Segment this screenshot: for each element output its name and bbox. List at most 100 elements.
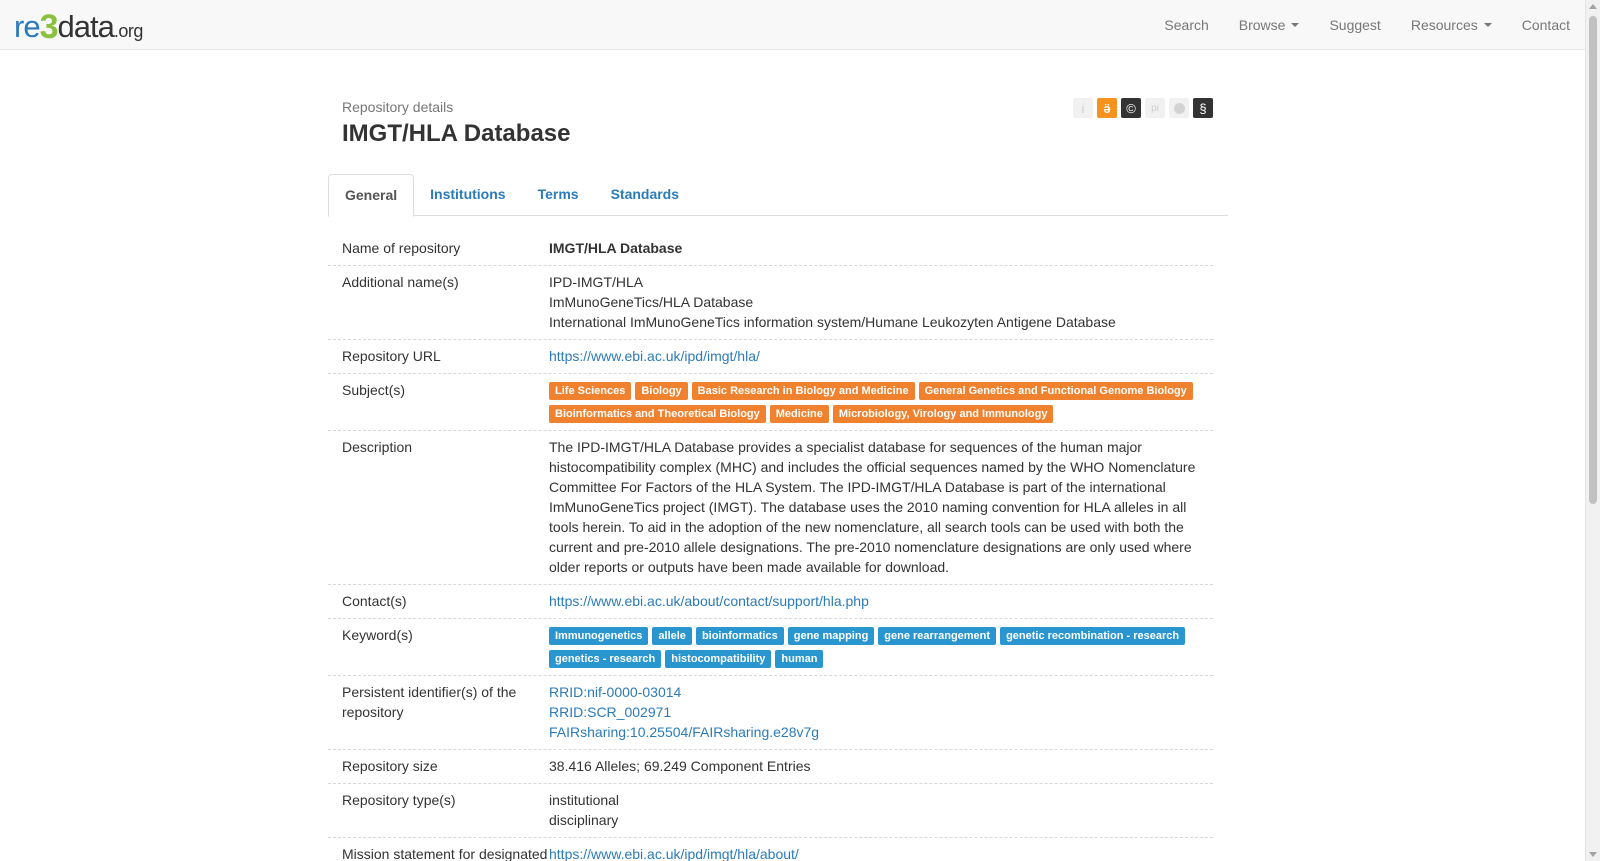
info-icon[interactable]: i [1073, 98, 1093, 118]
table-row: Additional name(s) IPD-IMGT/HLA ImMunoGe… [328, 266, 1213, 340]
nav-resources-dropdown[interactable]: Resources [1396, 0, 1507, 50]
contact-link[interactable]: https://www.ebi.ac.uk/about/contact/supp… [549, 591, 1199, 611]
repository-types-value: institutional disciplinary [549, 790, 1213, 830]
nav-contact[interactable]: Contact [1507, 0, 1585, 50]
page-subtitle: Repository details [342, 99, 454, 115]
subject-tag[interactable]: Microbiology, Virology and Immunology [832, 405, 1054, 423]
scroll-up-arrow-icon[interactable] [1589, 4, 1597, 9]
table-row: Description The IPD-IMGT/HLA Database pr… [328, 431, 1213, 585]
table-row: Repository size 38.416 Alleles; 69.249 C… [328, 750, 1213, 784]
table-row: Repository URL https://www.ebi.ac.uk/ipd… [328, 340, 1213, 374]
keyword-tag[interactable]: genetic recombination - research [1000, 627, 1186, 645]
caret-down-icon [1483, 23, 1492, 27]
row-label: Contact(s) [342, 593, 407, 609]
description-value: The IPD-IMGT/HLA Database provides a spe… [549, 439, 1196, 575]
subject-tag[interactable]: Medicine [769, 405, 829, 423]
repository-type: institutional [549, 792, 620, 808]
open-access-icon[interactable]: ӛ [1097, 98, 1117, 118]
mission-value: https://www.ebi.ac.uk/ipd/imgt/hla/about… [549, 844, 1213, 861]
keyword-tag[interactable]: gene rearrangement [878, 627, 997, 645]
row-label: Repository size [342, 758, 438, 774]
nav-suggest[interactable]: Suggest [1314, 0, 1395, 50]
keyword-tag[interactable]: human [775, 650, 824, 668]
info-icon-glyph: i [1081, 100, 1085, 116]
additional-names-value: IPD-IMGT/HLA ImMunoGeneTics/HLA Database… [549, 272, 1213, 332]
additional-name: ImMunoGeneTics/HLA Database [549, 294, 754, 310]
tab-institutions[interactable]: Institutions [414, 174, 521, 216]
copyright-icon-glyph: © [1126, 100, 1136, 116]
open-access-icon-glyph: ӛ [1103, 100, 1111, 116]
keyword-tag[interactable]: Immunogenetics [549, 627, 649, 645]
table-row: Repository type(s) institutional discipl… [328, 784, 1213, 838]
logo-re: re [14, 9, 41, 44]
subject-tag[interactable]: General Genetics and Functional Genome B… [918, 382, 1193, 400]
page-title: IMGT/HLA Database [342, 120, 571, 147]
copyright-icon[interactable]: © [1121, 98, 1141, 118]
keyword-tags: Immunogenetics allele bioinformatics gen… [549, 625, 1199, 668]
main-nav: Search Browse Suggest Resources Contact [1149, 0, 1585, 50]
keyword-tag[interactable]: gene mapping [787, 627, 875, 645]
row-label: Persistent identifier(s) of the reposito… [342, 684, 517, 720]
table-row: Contact(s) https://www.ebi.ac.uk/about/c… [328, 585, 1213, 619]
re3data-logo[interactable]: re 3 data .org [14, 6, 144, 45]
keyword-tag[interactable]: histocompatibility [665, 650, 772, 668]
row-label: Name of repository [342, 240, 461, 256]
repository-url-link[interactable]: https://www.ebi.ac.uk/ipd/imgt/hla/ [549, 346, 1199, 366]
certificate-icon[interactable] [1169, 98, 1189, 118]
subjects-value: Life Sciences Biology Basic Research in … [549, 380, 1213, 423]
nav-search[interactable]: Search [1149, 0, 1223, 50]
row-label: Mission statement for designated communi… [342, 846, 548, 861]
scroll-down-arrow-icon[interactable] [1589, 852, 1597, 857]
subject-tags: Life Sciences Biology Basic Research in … [549, 380, 1199, 423]
repository-url-value: https://www.ebi.ac.uk/ipd/imgt/hla/ [549, 346, 1213, 366]
pid-link[interactable]: RRID:SCR_002971 [549, 702, 1199, 722]
tab-general[interactable]: General [328, 174, 415, 217]
top-navbar: re 3 data .org Search Browse Suggest Res… [0, 0, 1585, 50]
repository-name-value: IMGT/HLA Database [549, 240, 683, 256]
row-label: Description [342, 439, 413, 455]
table-row: Keyword(s) Immunogenetics allele bioinfo… [328, 619, 1213, 676]
pid-icon[interactable]: pi [1145, 98, 1165, 118]
table-row: Name of repository IMGT/HLA Database [328, 232, 1213, 266]
contacts-value: https://www.ebi.ac.uk/about/contact/supp… [549, 591, 1213, 611]
tab-standards[interactable]: Standards [595, 174, 695, 216]
additional-name: International ImMunoGeneTics information… [549, 314, 1116, 330]
logo-data: data [57, 9, 115, 44]
repository-details-table: Name of repository IMGT/HLA Database Add… [328, 232, 1213, 861]
keywords-value: Immunogenetics allele bioinformatics gen… [549, 625, 1213, 668]
row-label: Repository type(s) [342, 792, 456, 808]
policy-icon[interactable]: § [1193, 98, 1213, 118]
pid-link[interactable]: FAIRsharing:10.25504/FAIRsharing.e28v7g [549, 722, 1199, 742]
tab-terms[interactable]: Terms [522, 174, 595, 216]
logo-org: .org [113, 21, 144, 41]
mission-link[interactable]: https://www.ebi.ac.uk/ipd/imgt/hla/about… [549, 844, 1199, 861]
nav-suggest-label: Suggest [1329, 17, 1381, 33]
subject-tag[interactable]: Life Sciences [549, 382, 632, 400]
scrollbar-thumb[interactable] [1589, 16, 1597, 504]
subject-tag[interactable]: Biology [635, 382, 688, 400]
keyword-tag[interactable]: bioinformatics [695, 627, 784, 645]
nav-contact-label: Contact [1521, 17, 1570, 33]
nav-search-label: Search [1164, 17, 1209, 33]
table-row: Subject(s) Life Sciences Biology Basic R… [328, 374, 1213, 431]
keyword-tag[interactable]: allele [652, 627, 692, 645]
nav-resources-label: Resources [1410, 17, 1478, 33]
row-label: Subject(s) [342, 382, 406, 398]
table-row: Persistent identifier(s) of the reposito… [328, 676, 1213, 750]
pid-icon-glyph: pi [1151, 102, 1159, 114]
detail-tabs: General Institutions Terms Standards [328, 174, 1228, 217]
row-label: Repository URL [342, 348, 441, 364]
additional-name: IPD-IMGT/HLA [549, 274, 644, 290]
page-scrollbar[interactable] [1585, 0, 1600, 861]
pid-link[interactable]: RRID:nif-0000-03014 [549, 682, 1199, 702]
repository-type: disciplinary [549, 812, 619, 828]
policy-icon-glyph: § [1199, 100, 1207, 116]
keyword-tag[interactable]: genetics - research [549, 650, 662, 668]
repository-icons: i ӛ © pi § [1073, 98, 1213, 118]
repository-size-value: 38.416 Alleles; 69.249 Component Entries [549, 758, 811, 774]
nav-browse-dropdown[interactable]: Browse [1224, 0, 1315, 50]
row-label: Additional name(s) [342, 274, 459, 290]
subject-tag[interactable]: Bioinformatics and Theoretical Biology [549, 405, 766, 423]
subject-tag[interactable]: Basic Research in Biology and Medicine [691, 382, 915, 400]
nav-browse-label: Browse [1238, 17, 1286, 33]
